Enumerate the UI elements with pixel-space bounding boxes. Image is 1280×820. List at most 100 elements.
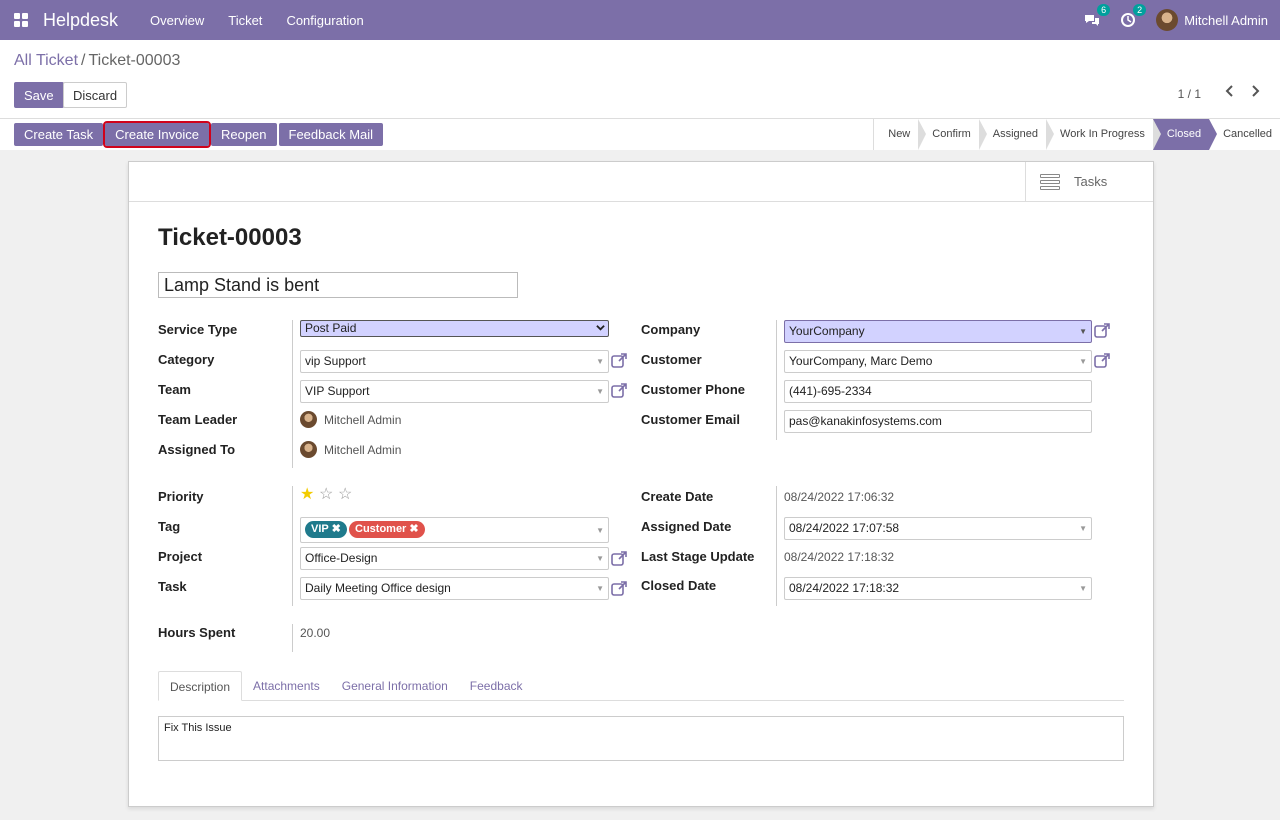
activities-icon[interactable]: 2 xyxy=(1120,4,1147,28)
team-value: VIP Support xyxy=(305,384,370,398)
tasks-label: Tasks xyxy=(1074,174,1108,189)
service-type-value: Post Paid xyxy=(305,321,357,335)
assigned-date-label: Assigned Date xyxy=(641,519,732,534)
customer-email-input[interactable]: pas@kanakinfosystems.com xyxy=(784,410,1092,433)
pager-value[interactable]: 1 / 1 xyxy=(1178,87,1201,101)
description-textarea[interactable]: Fix This Issue xyxy=(158,716,1124,761)
create-date-label: Create Date xyxy=(641,489,714,504)
priority-label: Priority xyxy=(158,489,204,504)
pager-next-icon[interactable] xyxy=(1250,84,1260,102)
stage-new[interactable]: New xyxy=(874,119,927,150)
create-date-value: 08/24/2022 17:06:32 xyxy=(784,490,895,504)
task-field[interactable]: Daily Meeting Office design ▼ xyxy=(300,577,609,600)
tag-customer[interactable]: Customer ✖ xyxy=(349,521,425,538)
user-name[interactable]: Mitchell Admin xyxy=(1184,13,1268,28)
apps-menu-icon[interactable] xyxy=(14,13,28,27)
dropdown-caret-icon: ▼ xyxy=(1079,524,1087,533)
pager-previous-icon[interactable] xyxy=(1225,84,1235,102)
customer-field[interactable]: YourCompany, Marc Demo ▼ xyxy=(784,350,1092,373)
team-external-link-icon[interactable] xyxy=(611,382,628,399)
menu-overview[interactable]: Overview xyxy=(138,13,216,28)
stage-work-in-progress[interactable]: Work In Progress xyxy=(1046,119,1161,150)
project-label: Project xyxy=(158,549,203,564)
hours-spent-label: Hours Spent xyxy=(158,625,236,640)
team-label: Team xyxy=(158,382,191,397)
create-task-button[interactable]: Create Task xyxy=(14,123,104,146)
discard-button[interactable]: Discard xyxy=(63,82,128,108)
tasks-smart-button[interactable]: Tasks xyxy=(1025,162,1153,201)
hours-spent-value: 20.00 xyxy=(300,626,331,640)
customer-email-label: Customer Email xyxy=(641,412,740,427)
create-invoice-button[interactable]: Create Invoice xyxy=(103,121,211,148)
tag-remove-icon[interactable]: ✖ xyxy=(332,523,341,535)
last-stage-update-value: 08/24/2022 17:18:32 xyxy=(784,550,895,564)
menu-configuration[interactable]: Configuration xyxy=(274,13,375,28)
customer-external-link-icon[interactable] xyxy=(1094,352,1111,369)
dropdown-caret-icon: ▼ xyxy=(1079,327,1087,336)
app-brand[interactable]: Helpdesk xyxy=(43,10,118,31)
dropdown-caret-icon: ▼ xyxy=(596,357,604,366)
customer-value: YourCompany, Marc Demo xyxy=(789,354,933,368)
stage-pipeline: New Confirm Assigned Work In Progress Cl… xyxy=(873,119,1280,150)
customer-label: Customer xyxy=(641,352,702,367)
save-button[interactable]: Save xyxy=(14,82,64,108)
dropdown-caret-icon: ▼ xyxy=(596,584,604,593)
breadcrumb-all-ticket[interactable]: All Ticket xyxy=(14,52,78,69)
company-external-link-icon[interactable] xyxy=(1094,322,1111,339)
assigned-to-value[interactable]: Mitchell Admin xyxy=(324,443,401,457)
breadcrumb: All Ticket / Ticket-00003 xyxy=(14,52,180,70)
stage-cancelled[interactable]: Cancelled xyxy=(1209,119,1280,150)
task-external-link-icon[interactable] xyxy=(611,580,628,597)
reopen-button[interactable]: Reopen xyxy=(210,123,277,146)
tab-description[interactable]: Description xyxy=(158,671,243,701)
company-field[interactable]: YourCompany ▼ xyxy=(784,320,1092,343)
category-external-link-icon[interactable] xyxy=(611,352,628,369)
form-sheet: Tasks Ticket-00003 Lamp Stand is bent Se… xyxy=(128,161,1154,807)
tab-attachments[interactable]: Attachments xyxy=(242,671,331,701)
divider xyxy=(292,486,293,606)
tag-remove-icon[interactable]: ✖ xyxy=(409,523,418,535)
customer-phone-input[interactable]: (441)-695-2334 xyxy=(784,380,1092,403)
feedback-mail-button[interactable]: Feedback Mail xyxy=(278,123,384,146)
closed-date-value: 08/24/2022 17:18:32 xyxy=(789,581,900,595)
user-avatar[interactable] xyxy=(1156,9,1179,31)
priority-star-1-icon[interactable]: ★ xyxy=(300,484,314,504)
project-external-link-icon[interactable] xyxy=(611,550,628,567)
project-field[interactable]: Office-Design ▼ xyxy=(300,547,609,570)
team-field[interactable]: VIP Support ▼ xyxy=(300,380,609,403)
team-leader-label: Team Leader xyxy=(158,412,238,427)
tab-feedback[interactable]: Feedback xyxy=(459,671,534,701)
service-type-select[interactable]: Post Paid xyxy=(300,320,609,337)
notebook-tabs: Description Attachments General Informat… xyxy=(158,671,1124,701)
tag-customer-label: Customer xyxy=(355,523,407,535)
project-value: Office-Design xyxy=(305,551,378,565)
tag-vip[interactable]: VIP ✖ xyxy=(305,521,347,538)
divider xyxy=(776,486,777,606)
divider xyxy=(292,624,293,652)
stage-confirm[interactable]: Confirm xyxy=(918,119,987,150)
category-field[interactable]: vip Support ▼ xyxy=(300,350,609,373)
top-navbar: Helpdesk Overview Ticket Configuration 6… xyxy=(0,0,1280,40)
menu-ticket[interactable]: Ticket xyxy=(216,13,274,28)
messages-icon[interactable]: 6 xyxy=(1084,4,1111,28)
dropdown-caret-icon: ▼ xyxy=(596,554,604,563)
last-stage-update-label: Last Stage Update xyxy=(641,549,755,564)
assigned-date-field[interactable]: 08/24/2022 17:07:58 ▼ xyxy=(784,517,1092,540)
priority-star-3-icon[interactable]: ☆ xyxy=(338,484,352,504)
category-label: Category xyxy=(158,352,215,367)
closed-date-field[interactable]: 08/24/2022 17:18:32 ▼ xyxy=(784,577,1092,600)
stage-closed[interactable]: Closed xyxy=(1152,119,1218,150)
dropdown-caret-icon: ▼ xyxy=(596,387,604,396)
stage-assigned[interactable]: Assigned xyxy=(978,119,1055,150)
priority-star-2-icon[interactable]: ☆ xyxy=(319,484,333,504)
team-leader-avatar xyxy=(300,411,317,428)
smart-button-box: Tasks xyxy=(129,162,1153,202)
tab-general-information[interactable]: General Information xyxy=(331,671,459,701)
control-panel: All Ticket / Ticket-00003 Save Discard 1 /… xyxy=(0,40,1280,150)
activities-badge: 2 xyxy=(1133,4,1147,16)
team-leader-value[interactable]: Mitchell Admin xyxy=(324,413,401,427)
divider xyxy=(292,320,293,468)
subject-input[interactable]: Lamp Stand is bent xyxy=(158,272,518,298)
messages-badge: 6 xyxy=(1097,4,1111,16)
divider xyxy=(776,320,777,440)
